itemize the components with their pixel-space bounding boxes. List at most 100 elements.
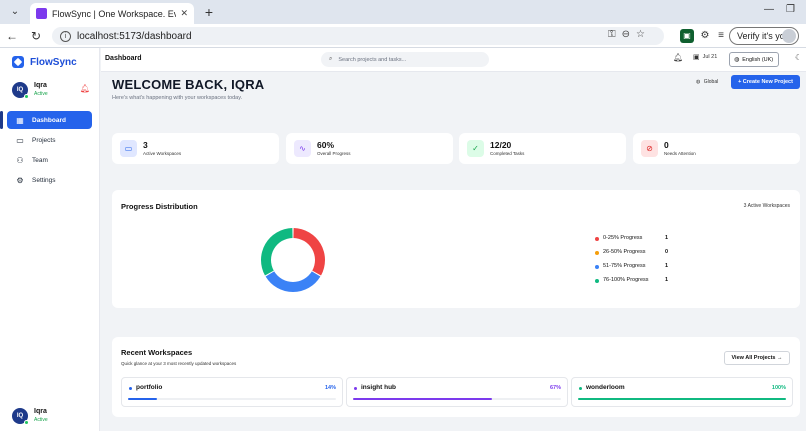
search-input[interactable]: ⌕ Search projects and tasks... (321, 52, 489, 67)
global-scope-button[interactable]: ◍ Global (696, 79, 718, 85)
donut-slice-51-75-progress[interactable] (265, 271, 321, 292)
reload-icon[interactable]: ↻ (28, 28, 44, 44)
workspace-card-insight-hub[interactable]: insight hub 67% (346, 377, 568, 407)
avatar: IQ (12, 408, 29, 425)
active-nav-indicator (0, 111, 3, 129)
browser-tab-bar: ⌄ FlowSync | One Workspace. Every ✕ + — … (0, 0, 806, 24)
progress-track (353, 398, 561, 400)
view-all-projects-button[interactable]: View All Projects → (724, 351, 790, 365)
notification-bell-icon[interactable]: 🔔︎ (80, 84, 90, 93)
extensions-puzzle-icon[interactable]: ⚙ (698, 29, 712, 43)
donut-slice-76-100-progress[interactable] (261, 228, 293, 276)
sidebar-item-settings[interactable]: ⚙ Settings (7, 171, 92, 189)
stat-label: Overall Progress (317, 151, 351, 156)
chart-legend: 0-25% Progress 1 26-50% Progress 0 51-75… (595, 235, 685, 291)
language-select[interactable]: ◍ English (UK) (729, 52, 779, 67)
zoom-icon[interactable]: ⊖ (622, 29, 630, 40)
brand[interactable]: FlowSync (12, 56, 77, 68)
url-input[interactable]: i localhost:5173/dashboard (52, 27, 664, 45)
stat-value: 60% (317, 140, 335, 150)
recent-workspaces-panel: Recent Workspaces Quick glance at your 3… (112, 337, 800, 417)
stat-value: 0 (664, 140, 669, 150)
tab-list-chevron-icon[interactable]: ⌄ (6, 4, 24, 20)
breadcrumb: Dashboard (105, 55, 142, 62)
workspace-dot-icon (129, 387, 132, 390)
gear-icon: ⚙ (16, 175, 24, 185)
sidebar-item-team[interactable]: ⚇ Team (7, 151, 92, 169)
user-name: Iqra (34, 408, 47, 415)
tab-title: FlowSync | One Workspace. Every (52, 8, 177, 19)
sidebar-item-dashboard[interactable]: ▦ Dashboard (7, 111, 92, 129)
user-profile[interactable]: IQ Iqra Active 🔔︎ (12, 82, 92, 102)
workspace-card-wonderloom[interactable]: wonderloom 100% (571, 377, 793, 407)
progress-track (128, 398, 336, 400)
workspace-card-portfolio[interactable]: portfolio 14% (121, 377, 343, 407)
search-placeholder: Search projects and tasks... (338, 56, 407, 63)
create-project-button[interactable]: + Create New Project (731, 75, 800, 89)
verify-profile-button[interactable]: Verify it's you (729, 27, 799, 45)
new-tab-plus-icon[interactable]: + (200, 3, 218, 21)
legend-item: 0-25% Progress 1 (595, 235, 685, 249)
workspace-name: insight hub (361, 384, 397, 391)
grid-icon: ▦ (16, 115, 24, 125)
globe-icon: ◍ (696, 79, 701, 85)
stat-value: 3 (143, 140, 148, 150)
key-icon[interactable]: ⚿ (608, 29, 616, 40)
extension-icon[interactable]: ▣ (680, 29, 694, 43)
sidebar-item-label: Dashboard (32, 116, 66, 124)
language-value: English (UK) (742, 56, 774, 63)
legend-count: 1 (665, 235, 669, 241)
globe-icon: ◍ (734, 57, 740, 63)
notification-bell-icon[interactable]: 🔔︎ (673, 53, 683, 62)
stat-label: Completed Tasks (490, 151, 525, 156)
global-label: Global (703, 79, 719, 85)
stat-card-overall-progress: ∿ 60% Overall Progress (286, 133, 453, 164)
legend-label: 76-100% Progress (603, 277, 649, 283)
url-actions: ⚿ ⊖ ☆ (608, 29, 645, 40)
tab-close-icon[interactable]: ✕ (180, 8, 188, 19)
legend-count: 0 (665, 249, 669, 255)
stat-card-active-workspaces: ▭ 3 Active Workspaces (112, 133, 279, 164)
panel-title: Progress Distribution (121, 202, 198, 211)
stat-value: 12/20 (490, 140, 512, 150)
star-icon[interactable]: ☆ (636, 29, 645, 40)
legend-dot-icon (595, 265, 599, 269)
legend-item: 51-75% Progress 1 (595, 263, 685, 277)
panel-subtitle: Quick glance at your 3 most recently upd… (121, 361, 237, 366)
workspace-percent: 14% (324, 385, 336, 391)
donut-slice-0-25-progress[interactable] (293, 228, 325, 276)
user-status: Active (34, 417, 48, 423)
minimize-icon[interactable]: — (764, 4, 774, 15)
site-info-icon[interactable]: i (60, 30, 71, 42)
page-subtitle: Here's what's happening with your worksp… (112, 95, 243, 101)
avatar: IQ (12, 82, 29, 99)
progress-distribution-panel: Progress Distribution 3 Active Workspace… (112, 190, 800, 308)
favicon-icon (36, 8, 47, 19)
back-arrow-icon[interactable]: ← (4, 28, 20, 44)
monitor-icon: ▭ (120, 140, 137, 157)
legend-label: 26-50% Progress (603, 249, 646, 255)
sidebar-item-projects[interactable]: ▭ Projects (7, 131, 92, 149)
stat-card-needs-attention: ⊘ 0 Needs Attention (633, 133, 800, 164)
stat-card-completed-tasks: ✓ 12/20 Completed Tasks (459, 133, 626, 164)
url-text: localhost:5173/dashboard (77, 30, 192, 42)
legend-item: 26-50% Progress 0 (595, 249, 685, 263)
user-name: Iqra (34, 82, 47, 89)
workspace-percent: 67% (549, 385, 561, 391)
restore-icon[interactable]: ❐ (786, 4, 795, 15)
sidebar: FlowSync IQ Iqra Active 🔔︎ ▦ Dashboard ▭… (0, 48, 100, 431)
progress-fill (128, 398, 158, 400)
activity-icon: ∿ (294, 140, 311, 157)
legend-dot-icon (595, 237, 599, 241)
calendar-icon: ▣ (693, 54, 700, 61)
avatar-initials: IQ (16, 87, 24, 93)
user-profile-footer[interactable]: IQ Iqra Active (12, 408, 92, 428)
theme-toggle-icon[interactable]: ☾ (795, 53, 802, 62)
favorites-icon[interactable]: ≡ (714, 29, 728, 43)
users-icon: ⚇ (16, 155, 24, 165)
browser-tab[interactable]: FlowSync | One Workspace. Every ✕ (30, 3, 194, 24)
profile-avatar-icon (782, 29, 796, 43)
alert-icon: ⊘ (641, 140, 658, 157)
workspace-percent: 100% (771, 385, 786, 391)
workspace-dot-icon (354, 387, 357, 390)
